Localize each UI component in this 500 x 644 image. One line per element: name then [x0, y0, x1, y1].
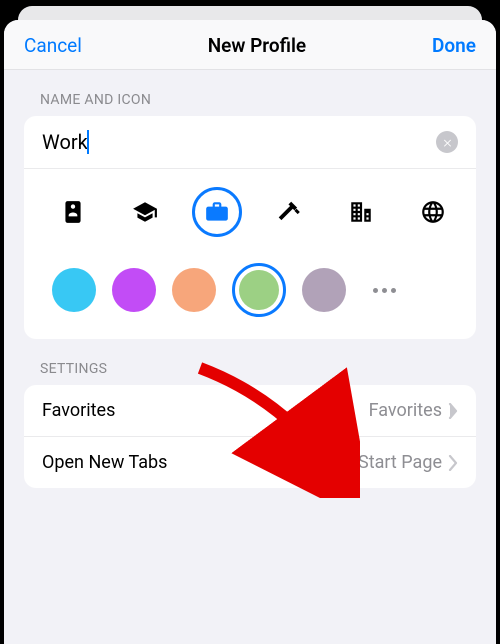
color-option-cyan[interactable]: [52, 268, 96, 312]
icon-option-building[interactable]: [336, 187, 386, 237]
favorites-value: Favorites: [369, 400, 442, 421]
new-profile-sheet: Cancel New Profile Done NAME AND ICON Wo…: [4, 20, 496, 644]
icon-option-briefcase[interactable]: [192, 187, 242, 237]
color-swatch-green: [239, 270, 279, 310]
favorites-label: Favorites: [42, 400, 115, 421]
done-button[interactable]: Done: [432, 34, 476, 57]
color-option-orange[interactable]: [172, 268, 216, 312]
hammer-icon: [276, 199, 302, 225]
more-colors-button[interactable]: [362, 268, 406, 312]
settings-row-new-tabs[interactable]: Open New Tabs On Start Page: [24, 436, 476, 488]
briefcase-icon: [204, 199, 230, 225]
x-icon: [442, 137, 453, 148]
new-tabs-value: On Start Page: [331, 452, 442, 473]
sheet-header: Cancel New Profile Done: [4, 20, 496, 70]
clear-text-button[interactable]: [436, 131, 458, 153]
settings-card: Favorites Favorites Open New Tabs On Sta…: [24, 385, 476, 488]
color-option-green-selected[interactable]: [232, 263, 286, 317]
sheet-title: New Profile: [208, 34, 306, 57]
color-option-purple[interactable]: [112, 268, 156, 312]
icon-picker-row: [24, 169, 476, 249]
color-picker-row: [24, 249, 476, 339]
graduation-cap-icon: [132, 199, 158, 225]
globe-icon: [420, 199, 446, 225]
section-label-settings: SETTINGS: [4, 339, 496, 385]
new-tabs-label: Open New Tabs: [42, 452, 167, 473]
color-option-mauve[interactable]: [302, 268, 346, 312]
settings-row-favorites[interactable]: Favorites Favorites: [24, 385, 476, 436]
chevron-right-icon: [448, 403, 458, 419]
cancel-button[interactable]: Cancel: [24, 34, 82, 57]
ellipsis-icon: [373, 288, 378, 293]
section-label-name-icon: NAME AND ICON: [4, 70, 496, 116]
name-row: Work: [24, 116, 476, 169]
badge-icon: [60, 199, 86, 225]
name-icon-card: Work: [24, 116, 476, 339]
profile-name-input[interactable]: Work: [42, 130, 88, 154]
building-icon: [348, 199, 374, 225]
icon-option-badge[interactable]: [48, 187, 98, 237]
icon-option-globe[interactable]: [408, 187, 458, 237]
chevron-right-icon: [448, 455, 458, 471]
icon-option-graduation[interactable]: [120, 187, 170, 237]
icon-option-hammer[interactable]: [264, 187, 314, 237]
